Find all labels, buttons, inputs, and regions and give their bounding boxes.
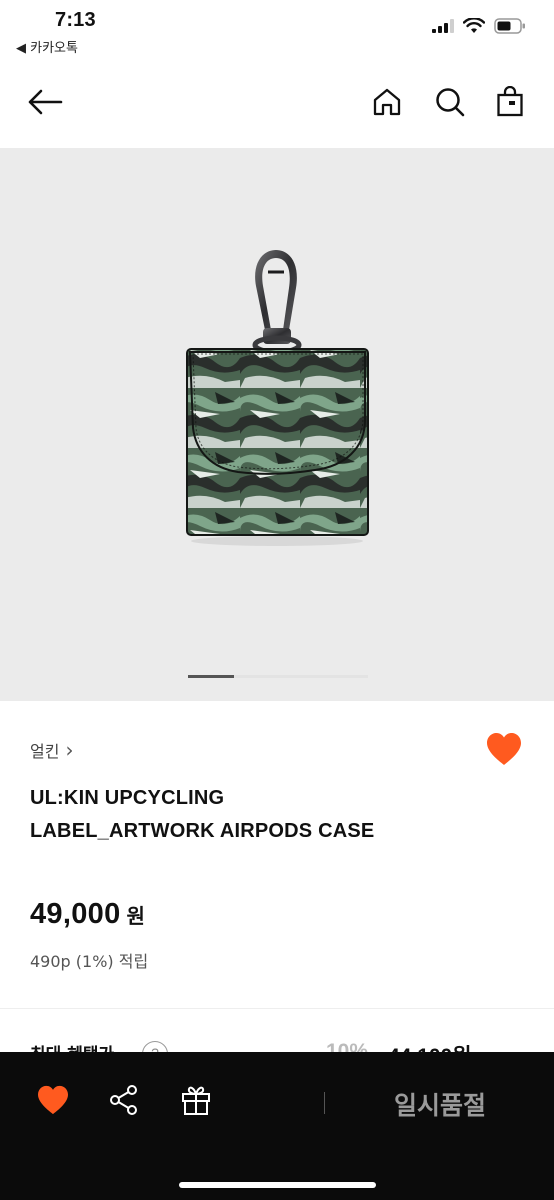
heart-icon xyxy=(485,732,523,771)
bottom-bar-separator xyxy=(324,1092,325,1114)
brand-name: 얼킨 xyxy=(30,742,60,761)
gift-button[interactable] xyxy=(174,1080,218,1124)
back-arrow-icon xyxy=(27,89,63,120)
section-divider xyxy=(0,1008,554,1009)
pager-active-indicator xyxy=(188,675,234,678)
gift-icon xyxy=(180,1084,212,1121)
price-row: 49,000 원 xyxy=(30,898,145,931)
chevron-right-icon: › xyxy=(65,738,74,762)
product-title-line-1: UL:KIN UPCYCLING xyxy=(30,787,225,809)
share-button[interactable] xyxy=(102,1080,146,1124)
gallery-pager xyxy=(0,675,554,678)
signal-icon xyxy=(432,19,454,38)
bottom-wishlist-button[interactable] xyxy=(31,1080,75,1124)
status-time: 7:13 xyxy=(55,9,96,31)
max-benefit-row[interactable]: 최대 혜택가 ? 10% 44,100원 xyxy=(0,1030,554,1052)
search-icon xyxy=(434,86,466,123)
bottom-action-bar: 일시품절 xyxy=(0,1052,554,1200)
shopping-bag-icon xyxy=(496,85,524,123)
wishlist-button[interactable] xyxy=(484,731,524,771)
nav-bar xyxy=(0,70,554,138)
price-unit: 원 xyxy=(126,904,145,928)
status-bar: 7:13 ◀ 카카오톡 xyxy=(0,0,554,62)
sold-out-button[interactable]: 일시품절 xyxy=(340,1086,540,1122)
product-image-gallery[interactable] xyxy=(0,148,554,701)
brand-link[interactable]: 얼킨 › xyxy=(30,738,73,762)
status-icons xyxy=(432,17,526,39)
back-to-app-link[interactable]: ◀ 카카오톡 xyxy=(16,37,78,56)
home-icon xyxy=(372,87,402,122)
reward-points: 490p (1%) 적립 xyxy=(30,952,149,971)
product-title: UL:KIN UPCYCLING LABEL_ARTWORK AIRPODS C… xyxy=(30,782,510,848)
max-benefit-label: 최대 혜택가 xyxy=(30,1040,114,1052)
cart-button[interactable] xyxy=(490,84,530,124)
product-title-line-2: LABEL_ARTWORK AIRPODS CASE xyxy=(30,820,375,842)
back-button[interactable] xyxy=(25,84,65,124)
wifi-icon xyxy=(462,17,486,39)
benefit-price: 44,100원 xyxy=(388,1040,472,1052)
search-button[interactable] xyxy=(430,84,470,124)
help-icon[interactable]: ? xyxy=(142,1041,168,1052)
home-indicator[interactable] xyxy=(179,1182,376,1188)
heart-icon xyxy=(36,1085,70,1120)
product-image xyxy=(186,250,369,546)
share-icon xyxy=(108,1084,140,1121)
product-price: 49,000 xyxy=(30,898,121,930)
home-button[interactable] xyxy=(367,84,407,124)
benefit-discount-rate: 10% xyxy=(326,1040,369,1052)
battery-icon xyxy=(494,18,526,39)
